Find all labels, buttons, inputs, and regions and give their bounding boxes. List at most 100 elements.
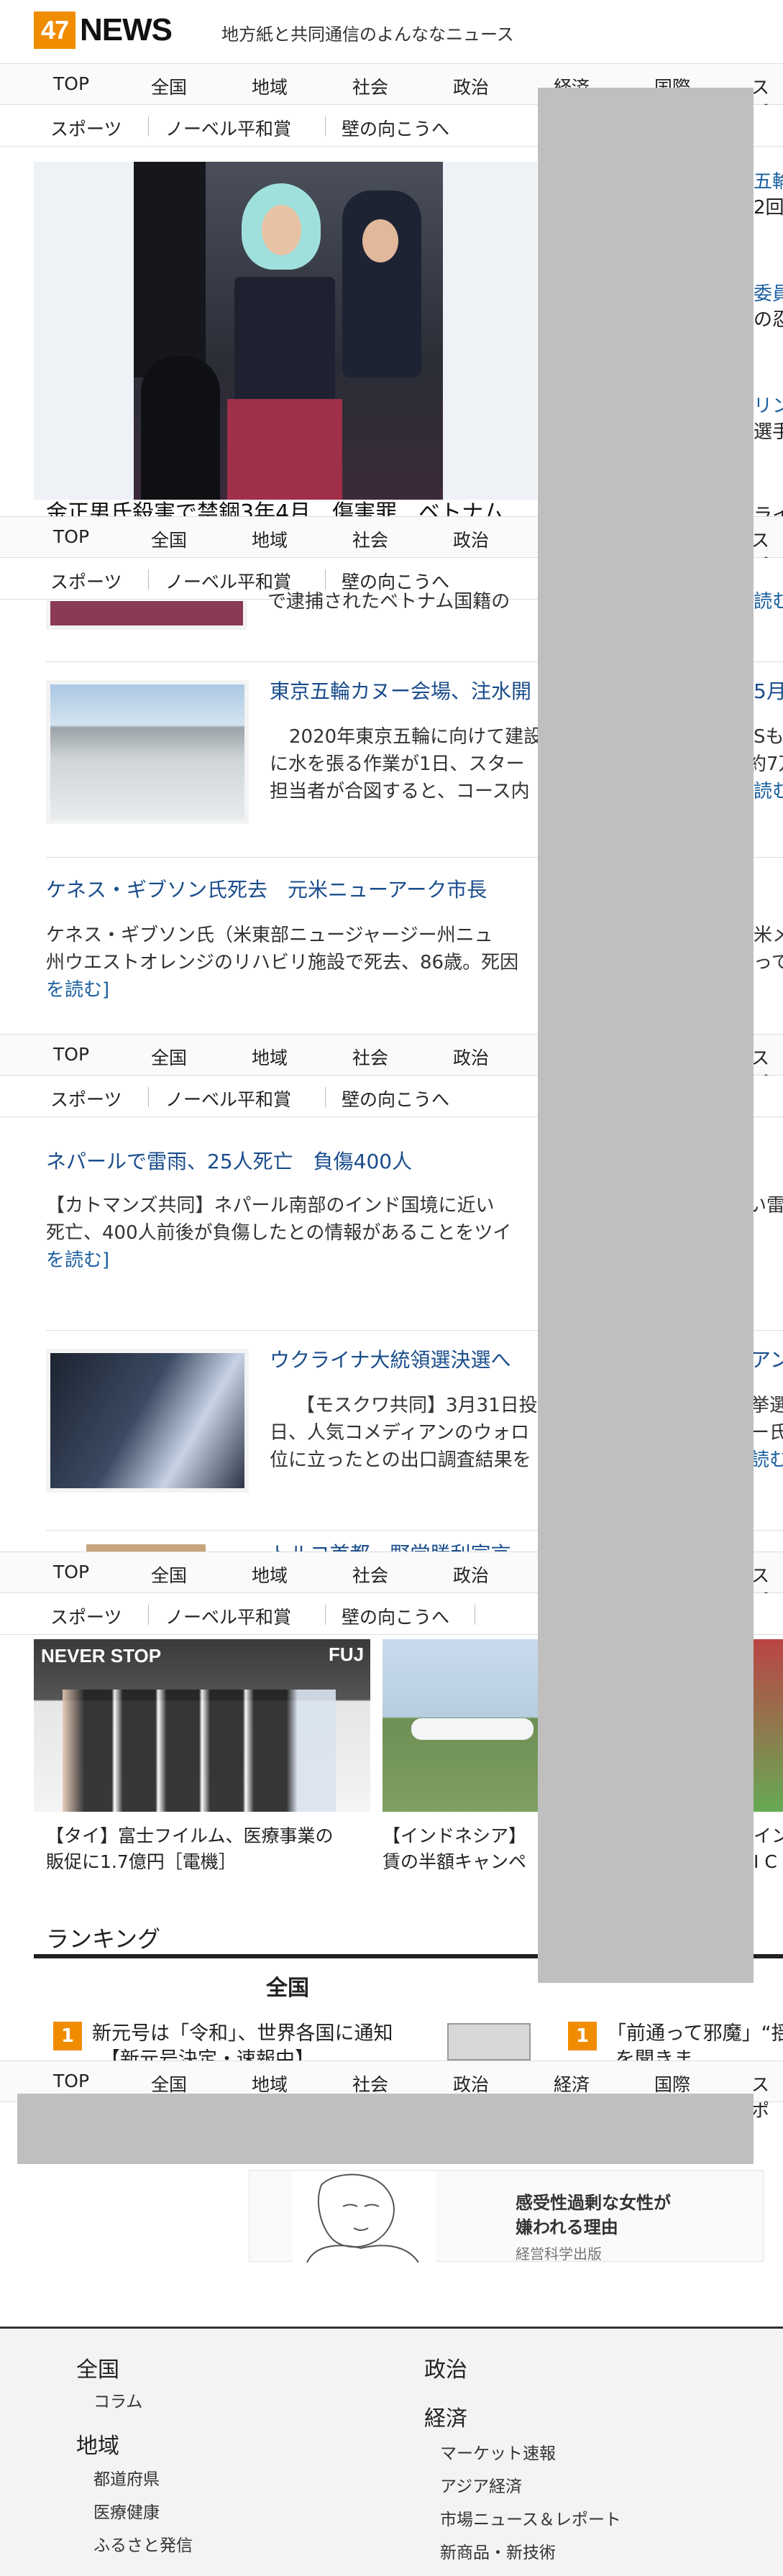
nav-divider [148, 569, 149, 590]
clipped-text: Sも [754, 726, 783, 748]
footer-link-politics[interactable]: 政治 [424, 2352, 467, 2383]
footer-link-economy[interactable]: 経済 [424, 2401, 467, 2432]
nav-sports[interactable]: スポ [751, 2071, 783, 2122]
footer-link-column[interactable]: コラム [93, 2388, 142, 2412]
nav-divider [325, 1087, 326, 1107]
footer-link-asia-economy[interactable]: アジア経済 [440, 2472, 522, 2497]
nav-region[interactable]: 地域 [252, 526, 288, 552]
read-more-link[interactable]: を読む] [46, 976, 109, 1004]
nav-national[interactable]: 全国 [151, 1562, 187, 1587]
clipped-text: ー氏 [751, 1422, 783, 1444]
article-body: 死亡、400人前後が負傷したとの情報があることをツイ [46, 1222, 512, 1244]
nav-region[interactable]: 地域 [252, 73, 288, 99]
ranking-heading: ランキング [46, 1925, 161, 1953]
read-more-link[interactable]: 読む [754, 588, 783, 615]
nav-top[interactable]: TOP [53, 1044, 89, 1065]
clipped-text: 2回 [754, 197, 783, 219]
article-title[interactable]: ケネス・ギブソン氏死去 元米ニューアーク市長 [46, 874, 487, 903]
clipped-text: 5月 [754, 679, 783, 703]
nav-divider [325, 569, 326, 590]
clipped-text: 選手 [754, 421, 783, 443]
footer-link-national[interactable]: 全国 [76, 2352, 119, 2383]
photo-caption[interactable]: 販促に1.7億円［電機］ [46, 1849, 237, 1875]
footer-link-hometown[interactable]: ふるさと発信 [93, 2531, 193, 2556]
read-more-link[interactable]: 読む [751, 1447, 783, 1474]
nav-region[interactable]: 地域 [252, 1044, 288, 1070]
clipped-text: の忍耐 [754, 309, 783, 331]
clipped-text: 五輪 [754, 171, 783, 193]
nav-sub-nobel[interactable]: ノーベル平和賞 [165, 1603, 291, 1629]
nav-politics[interactable]: 政治 [453, 2071, 489, 2096]
nav-sub-beyond-wall[interactable]: 壁の向こうへ [342, 1086, 449, 1111]
ad-sketch-icon [306, 2173, 419, 2263]
news-photo[interactable] [383, 1639, 541, 1812]
nav-politics[interactable]: 政治 [453, 526, 489, 552]
rank-number: 1 [568, 2022, 597, 2050]
footer-link-market[interactable]: マーケット速報 [440, 2439, 556, 2464]
article-thumbnail[interactable] [46, 680, 249, 824]
nav-top[interactable]: TOP [53, 2071, 89, 2091]
photo-caption[interactable]: 賃の半額キャンペ [383, 1849, 526, 1875]
nav-international[interactable]: 国際 [654, 2071, 690, 2096]
article-title[interactable]: トルコ首都、野党勝利宣言 [270, 1539, 510, 1553]
ad-illustration [293, 2171, 436, 2263]
photo-caption[interactable]: 【インドネシア】 [383, 1823, 526, 1849]
nav-politics[interactable]: 政治 [453, 73, 489, 99]
footer-link-new-products[interactable]: 新商品・新技術 [440, 2539, 556, 2563]
nav-sub-sports[interactable]: スポーツ [50, 1603, 122, 1629]
hero-figure [134, 162, 206, 377]
nav-economy[interactable]: 経済 [554, 2071, 590, 2096]
nav-national[interactable]: 全国 [151, 73, 187, 99]
logo[interactable]: 47 NEWS [34, 12, 173, 49]
nav-divider [325, 116, 326, 137]
nav-sub-beyond-wall[interactable]: 壁の向こうへ [342, 115, 449, 141]
footer-link-region[interactable]: 地域 [76, 2428, 119, 2460]
nav-national[interactable]: 全国 [151, 526, 187, 552]
nav-society[interactable]: 社会 [352, 1044, 388, 1070]
ranking-tab-national[interactable]: 全国 [266, 1970, 309, 2002]
nav-divider [325, 1605, 326, 1625]
clipped-text: リン [754, 395, 783, 417]
ranking-item[interactable]: 新元号は「令和」、世界各国に通知 [92, 2020, 393, 2048]
article-body: 【モスクワ共同】3月31日投 [296, 1395, 538, 1416]
nav-sub-nobel[interactable]: ノーベル平和賞 [165, 115, 291, 141]
ranking-item[interactable]: 「前通って邪魔」“揺 [607, 2020, 783, 2048]
hero-image[interactable] [134, 162, 443, 500]
footer-link-market-report[interactable]: 市場ニュース＆レポート [440, 2506, 621, 2530]
nav-sub-sports[interactable]: スポーツ [50, 1086, 122, 1111]
nav-national[interactable]: 全国 [151, 1044, 187, 1070]
nav-sub-nobel[interactable]: ノーベル平和賞 [165, 1086, 291, 1111]
photo-caption[interactable]: イン [754, 1823, 783, 1849]
nav-society[interactable]: 社会 [352, 2071, 388, 2096]
nav-region[interactable]: 地域 [252, 1562, 288, 1587]
nav-top[interactable]: TOP [53, 526, 89, 547]
footer-link-prefectures[interactable]: 都道府県 [93, 2465, 160, 2490]
nav-national[interactable]: 全国 [151, 2071, 187, 2096]
footer-link-health[interactable]: 医療健康 [93, 2498, 160, 2523]
photo-caption[interactable]: I C [754, 1849, 777, 1875]
read-more-link[interactable]: を読む] [46, 1247, 109, 1274]
nav-society[interactable]: 社会 [352, 73, 388, 99]
article-thumbnail[interactable] [46, 601, 247, 630]
ranking-thumbnail[interactable] [447, 2023, 531, 2061]
logo-word: NEWS [80, 12, 173, 47]
nav-society[interactable]: 社会 [352, 1562, 388, 1587]
article-title[interactable]: ウクライナ大統領選決選へ [270, 1344, 510, 1373]
nav-society[interactable]: 社会 [352, 526, 388, 552]
nav-politics[interactable]: 政治 [453, 1044, 489, 1070]
nav-politics[interactable]: 政治 [453, 1562, 489, 1587]
nav-top[interactable]: TOP [53, 1562, 89, 1582]
news-photo[interactable]: NEVER STOP FUJ [34, 1639, 370, 1812]
nav-sub-sports[interactable]: スポーツ [50, 115, 122, 141]
nav-sub-beyond-wall[interactable]: 壁の向こうへ [342, 1603, 449, 1629]
read-more-link[interactable]: 読む [754, 778, 783, 805]
article-title[interactable]: 東京五輪カヌー会場、注水開 [270, 676, 531, 705]
article-thumbnail[interactable] [46, 1349, 249, 1493]
nav-region[interactable]: 地域 [252, 2071, 288, 2096]
nav-top[interactable]: TOP [53, 73, 89, 94]
photo-caption[interactable]: 【タイ】富士フイルム、医療事業の [46, 1823, 334, 1849]
nav-sub-sports[interactable]: スポーツ [50, 568, 122, 594]
article-title[interactable]: ネパールで雷雨、25人死亡 負傷400人 [46, 1146, 412, 1175]
news-photo[interactable] [754, 1639, 783, 1812]
ad-banner[interactable]: 感受性過剰な女性が 嫌われる理由 経営科学出版 [249, 2170, 764, 2263]
